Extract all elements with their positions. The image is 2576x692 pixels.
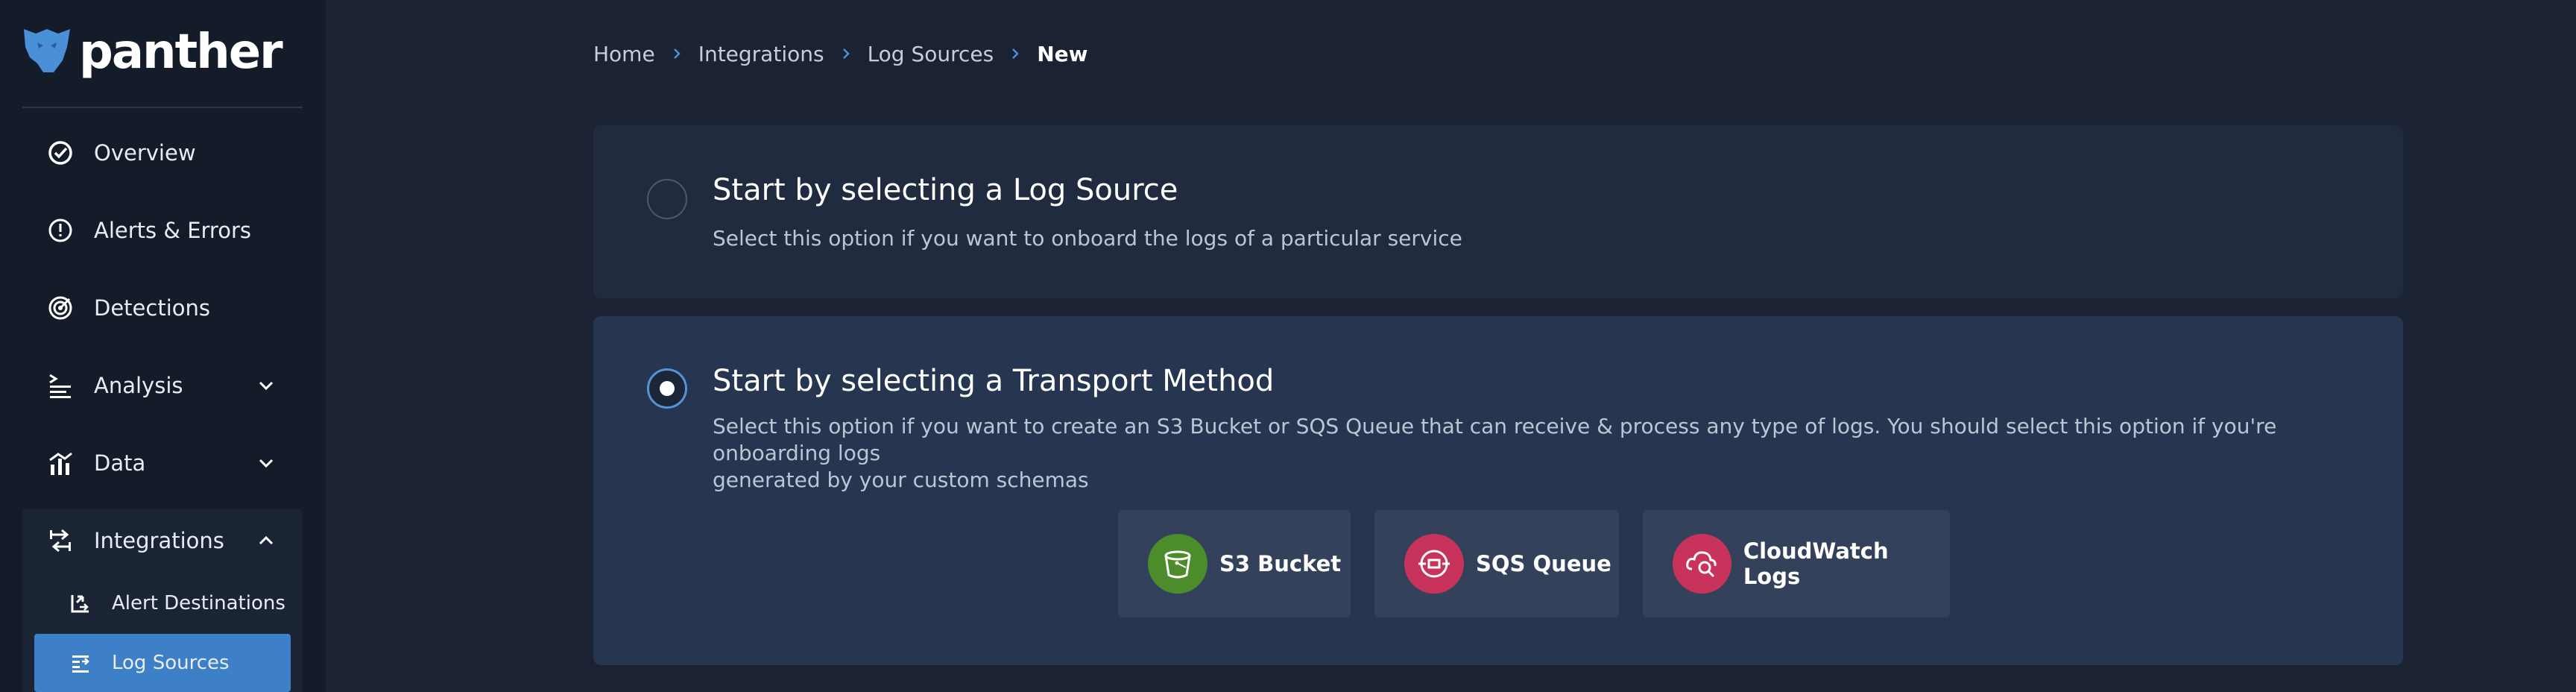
tile-label: CloudWatch Logs bbox=[1743, 538, 1889, 589]
alert-icon bbox=[45, 215, 76, 246]
detections-icon bbox=[45, 292, 76, 324]
sidebar-item-label: Analysis bbox=[94, 373, 183, 398]
option-title: Start by selecting a Log Source bbox=[713, 173, 1178, 207]
breadcrumb-home[interactable]: Home bbox=[593, 42, 655, 66]
s3-bucket-icon bbox=[1148, 534, 1208, 594]
alert-destinations-icon bbox=[69, 591, 92, 615]
chevron-right-icon bbox=[994, 47, 1037, 60]
sqs-queue-icon bbox=[1404, 534, 1464, 594]
breadcrumb-current: New bbox=[1037, 41, 1088, 66]
data-icon bbox=[45, 447, 76, 479]
breadcrumb: Home Integrations Log Sources New bbox=[593, 37, 1088, 70]
chevron-down-icon[interactable] bbox=[256, 376, 276, 395]
cloudwatch-icon bbox=[1673, 534, 1731, 594]
overview-icon bbox=[45, 137, 76, 169]
sidebar-item-overview[interactable]: Overview bbox=[22, 121, 303, 185]
s3-bucket-tile[interactable]: S3 Bucket bbox=[1118, 510, 1351, 617]
log-source-radio[interactable] bbox=[647, 179, 687, 219]
panther-logo-icon bbox=[21, 25, 73, 80]
tile-label: S3 Bucket bbox=[1219, 551, 1342, 576]
sidebar-item-label: Detections bbox=[94, 295, 210, 321]
option-title: Start by selecting a Transport Method bbox=[713, 364, 1275, 398]
brand-logo[interactable]: panther bbox=[21, 22, 283, 82]
cloudwatch-logs-tile[interactable]: CloudWatch Logs bbox=[1643, 510, 1950, 617]
sidebar-item-label: Log Sources bbox=[112, 652, 230, 674]
option-description-line1: Select this option if you want to create… bbox=[713, 414, 2277, 465]
chevron-down-icon[interactable] bbox=[256, 453, 276, 473]
chevron-right-icon bbox=[824, 47, 868, 60]
sidebar-item-label: Overview bbox=[94, 140, 196, 166]
integrations-icon bbox=[45, 525, 76, 556]
option-description: Select this option if you want to create… bbox=[713, 413, 2352, 494]
sidebar-item-data[interactable]: Data bbox=[22, 431, 303, 495]
option-log-source-card[interactable]: Start by selecting a Log Source Select t… bbox=[593, 125, 2403, 298]
sidebar-item-label: Integrations bbox=[94, 528, 224, 553]
analysis-icon bbox=[45, 370, 76, 401]
sidebar-item-integrations[interactable]: Integrations bbox=[22, 509, 303, 573]
brand-name: panther bbox=[79, 25, 283, 80]
sidebar-item-label: Alerts & Errors bbox=[94, 218, 251, 243]
sidebar-divider bbox=[22, 107, 303, 108]
sidebar: panther Overview Alerts & Errors Detecti… bbox=[0, 0, 326, 692]
chevron-up-icon[interactable] bbox=[256, 531, 276, 550]
option-description-line2: generated by your custom schemas bbox=[713, 468, 1089, 492]
log-sources-icon bbox=[69, 651, 92, 675]
sidebar-item-alert-destinations[interactable]: Alert Destinations bbox=[34, 574, 291, 632]
tile-label: SQS Queue bbox=[1476, 551, 1611, 576]
sidebar-item-analysis[interactable]: Analysis bbox=[22, 353, 303, 418]
sqs-queue-tile[interactable]: SQS Queue bbox=[1374, 510, 1619, 617]
integrations-submenu: Alert Destinations Log Sources bbox=[22, 571, 303, 692]
sidebar-item-log-sources[interactable]: Log Sources bbox=[34, 634, 291, 692]
option-description: Select this option if you want to onboar… bbox=[713, 226, 1462, 251]
breadcrumb-integrations[interactable]: Integrations bbox=[698, 42, 824, 66]
radio-selected-dot bbox=[660, 381, 675, 396]
sidebar-item-label: Alert Destinations bbox=[112, 592, 285, 614]
breadcrumb-log-sources[interactable]: Log Sources bbox=[868, 42, 994, 66]
chevron-right-icon bbox=[655, 47, 698, 60]
transport-method-radio[interactable] bbox=[647, 368, 687, 409]
sidebar-item-alerts-errors[interactable]: Alerts & Errors bbox=[22, 198, 303, 262]
sidebar-item-label: Data bbox=[94, 450, 146, 476]
sidebar-item-detections[interactable]: Detections bbox=[22, 276, 303, 340]
